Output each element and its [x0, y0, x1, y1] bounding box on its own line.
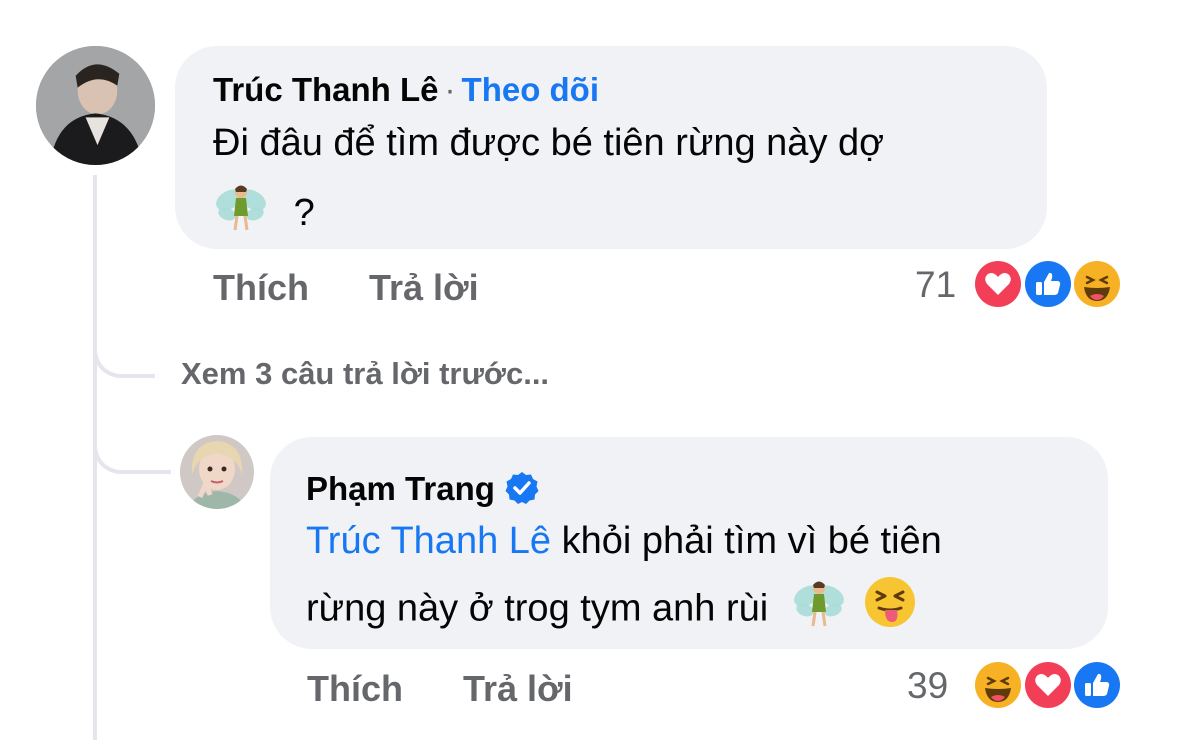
reply-author-name[interactable]: Phạm Trang	[306, 470, 495, 507]
like-reaction-icon	[1022, 258, 1074, 310]
fairy-emoji-icon	[213, 178, 269, 247]
reaction-count[interactable]: 39	[907, 665, 948, 707]
haha-reaction-icon	[1071, 258, 1123, 310]
comment-text-line1: Đi đâu để tìm được bé tiên rừng này dợ	[213, 122, 885, 164]
mention-link[interactable]: Trúc Thanh Lê	[306, 520, 551, 562]
verified-badge-icon	[505, 471, 539, 513]
like-reaction-icon	[1071, 659, 1123, 711]
comment-text-line2-wrap: ?	[213, 178, 884, 247]
reply-text-line2: rừng này ở trog tym anh rùi	[306, 587, 769, 630]
squinting-tongue-emoji-icon	[863, 575, 917, 642]
reply-author-header: Phạm Trang	[306, 470, 539, 513]
comment-text: Đi đâu để tìm được bé tiên rừng này dợ ?	[213, 118, 884, 247]
thread-elbow-reply	[93, 420, 171, 474]
reaction-count[interactable]: 71	[915, 264, 956, 306]
love-reaction-icon	[1022, 659, 1074, 711]
avatar-pham-trang[interactable]	[180, 435, 254, 509]
comment-author-header: Trúc Thanh Lê · Theo dõi	[213, 71, 599, 109]
fairy-emoji-icon	[791, 574, 847, 643]
haha-reaction-icon	[972, 659, 1024, 711]
thread-elbow-view-more	[93, 320, 155, 378]
reply-text-line1-wrap: Trúc Thanh Lê khỏi phải tìm vì bé tiên	[306, 516, 942, 566]
love-reaction-icon	[972, 258, 1024, 310]
reply-button[interactable]: Trả lời	[463, 668, 573, 710]
separator-dot: ·	[444, 71, 456, 108]
follow-link[interactable]: Theo dõi	[462, 71, 599, 108]
reply-text-line2-wrap: rừng này ở trog tym anh rùi	[306, 574, 942, 643]
like-button[interactable]: Thích	[307, 668, 403, 710]
comment-author-name[interactable]: Trúc Thanh Lê	[213, 71, 439, 108]
like-button[interactable]: Thích	[213, 267, 309, 309]
reply-text: Trúc Thanh Lê khỏi phải tìm vì bé tiên r…	[306, 516, 942, 643]
comment-text-line2: ?	[293, 191, 315, 234]
reply-button[interactable]: Trả lời	[369, 267, 479, 309]
view-previous-replies-link[interactable]: Xem 3 câu trả lời trước...	[181, 356, 549, 392]
reply-text-line1: khỏi phải tìm vì bé tiên	[551, 520, 942, 562]
avatar-truc-thanh-le[interactable]	[36, 46, 155, 165]
